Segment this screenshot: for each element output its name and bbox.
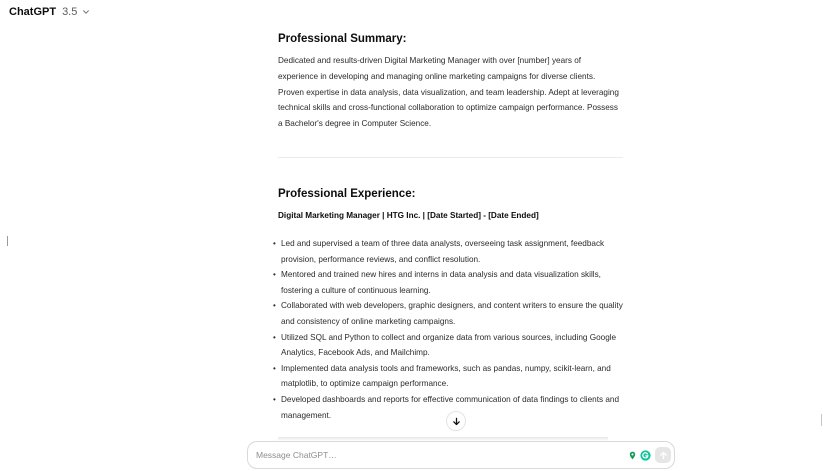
- arrow-up-icon: [659, 451, 667, 459]
- bullet-text: Mentored and trained new hires and inter…: [281, 270, 601, 295]
- bullet-text: Implemented data analysis tools and fram…: [281, 363, 611, 389]
- model-selector[interactable]: ChatGPT 3.5: [9, 6, 90, 18]
- model-name: ChatGPT: [9, 6, 57, 18]
- model-version: 3.5: [62, 6, 78, 18]
- arrow-down-icon: [452, 417, 460, 425]
- scroll-to-bottom-button[interactable]: [446, 411, 466, 431]
- bullet-text: Led and supervised a team of three data …: [281, 239, 605, 264]
- chevron-down-icon: [83, 10, 90, 14]
- message-input[interactable]: [256, 448, 616, 462]
- list-item: • Implemented data analysis tools and fra…: [273, 363, 611, 389]
- list-item: • Utilized SQL and Python to collect and …: [273, 332, 617, 358]
- location-pin-icon[interactable]: [628, 451, 637, 460]
- experience-heading: Professional Experience:: [278, 188, 416, 200]
- bullet-text: Utilized SQL and Python to collect and o…: [281, 332, 617, 358]
- scrollbar-thumb[interactable]: [821, 414, 822, 426]
- job-title: Digital Marketing Manager | HTG Inc. | […: [278, 211, 539, 220]
- list-item: • Collaborated with web developers, graph…: [273, 301, 623, 326]
- list-item: • Led and supervised a team of three data…: [273, 239, 605, 264]
- summary-text: Dedicated and results-driven Digital Mar…: [278, 56, 619, 129]
- top-bar: ChatGPT 3.5: [0, 0, 825, 28]
- message-composer: [247, 441, 675, 469]
- summary-heading: Professional Summary:: [278, 33, 407, 45]
- send-button[interactable]: [655, 447, 671, 463]
- sidebar-toggle-handle[interactable]: [7, 236, 8, 246]
- section-divider: [278, 157, 623, 158]
- bullet-text: Collaborated with web developers, graphi…: [281, 301, 623, 326]
- grammarly-icon[interactable]: [640, 450, 651, 461]
- list-item: • Mentored and trained new hires and inte…: [273, 270, 601, 295]
- experience-list: • Led and supervised a team of three data…: [273, 236, 623, 423]
